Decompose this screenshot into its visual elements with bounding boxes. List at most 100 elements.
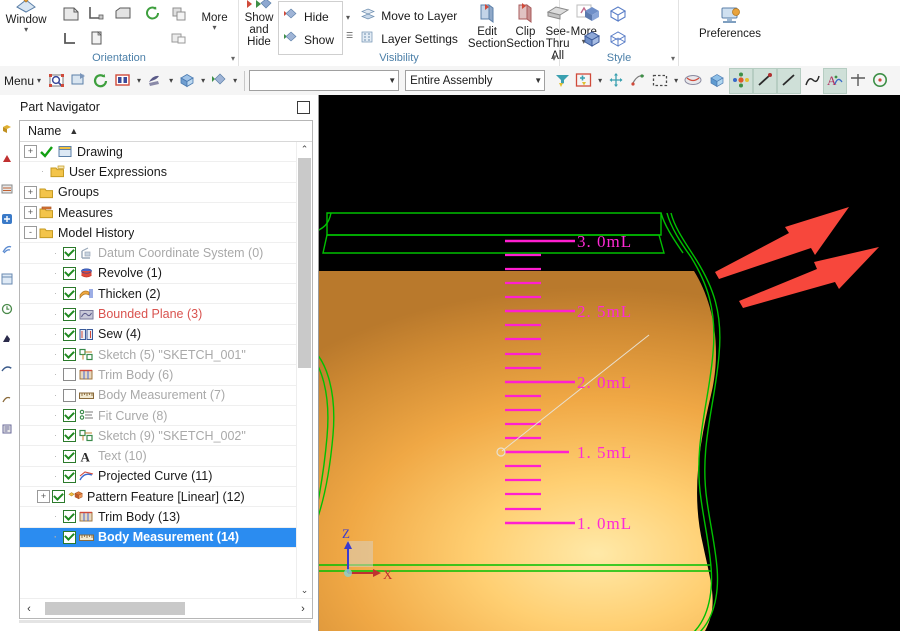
section-dependencies[interactable]: Dependencies ⌄ xyxy=(14,627,318,631)
restore-view-icon[interactable] xyxy=(167,2,191,25)
hide-dropdown-caret[interactable]: ▾ xyxy=(346,14,353,22)
line-icon[interactable] xyxy=(753,67,778,94)
tree-horizontal-scrollbar[interactable]: ‹ › xyxy=(20,598,312,618)
show-and-hide-button[interactable]: Show and Hide xyxy=(244,0,274,48)
scroll-up-button[interactable]: ⌃ xyxy=(297,142,312,157)
shaded-with-edges-icon[interactable] xyxy=(580,27,604,50)
tree-row-9[interactable]: · Sew (4) xyxy=(20,325,296,345)
find-object-icon[interactable] xyxy=(46,69,68,93)
orientation-group-expander[interactable]: ▾ xyxy=(231,55,235,63)
orient-more-button[interactable]: More ▾ xyxy=(196,1,233,32)
tree-row-18[interactable]: · Trim Body (13) xyxy=(20,507,296,528)
move-object-icon[interactable] xyxy=(605,69,627,93)
section-preview-icon[interactable] xyxy=(167,27,191,50)
hide-menu-item[interactable]: Hide xyxy=(281,6,338,27)
expand-icon[interactable]: + xyxy=(37,490,50,504)
scroll-right-button[interactable]: › xyxy=(297,603,309,615)
tree-row-19[interactable]: · Body Measurement (14) xyxy=(20,527,296,548)
edge-icon[interactable] xyxy=(777,67,802,94)
feature-suppress-checkbox[interactable] xyxy=(63,327,76,341)
assembly-filter-select[interactable]: Entire Assembly ▼ xyxy=(405,70,546,91)
dock-icon[interactable] xyxy=(297,100,310,114)
tree-vertical-scrollbar[interactable]: ⌃ ⌄ xyxy=(296,142,312,598)
feature-suppress-checkbox[interactable] xyxy=(63,449,76,463)
search-input[interactable]: ▼ xyxy=(249,70,400,91)
dynamic-select-icon[interactable] xyxy=(729,67,754,94)
feature-suppress-checkbox[interactable] xyxy=(63,266,76,280)
snap-point-icon[interactable] xyxy=(627,69,649,93)
move-to-layer-menu-item[interactable]: Move to Layer xyxy=(358,5,462,26)
show-menu-item[interactable]: Show xyxy=(281,29,338,50)
feature-suppress-checkbox[interactable] xyxy=(63,409,76,422)
rectangle-select-icon[interactable] xyxy=(649,69,671,93)
visibility-group-expander[interactable]: ▾ xyxy=(552,55,556,63)
rectangle-select-caret[interactable]: ▾ xyxy=(671,76,681,85)
feature-suppress-checkbox[interactable] xyxy=(63,510,76,524)
add-selection-icon[interactable] xyxy=(573,69,595,93)
zoom-icon[interactable] xyxy=(144,69,166,93)
feature-suppress-checkbox[interactable] xyxy=(63,287,76,301)
render-style-icon[interactable] xyxy=(208,69,230,93)
right-view-icon[interactable] xyxy=(111,2,135,25)
curve-icon[interactable] xyxy=(801,69,823,93)
expand-icon[interactable]: + xyxy=(24,206,37,220)
feature-suppress-checkbox[interactable] xyxy=(63,469,76,483)
tree-row-5[interactable]: · Datum Coordinate System (0) xyxy=(20,243,296,264)
system-scenes-icon[interactable] xyxy=(1,363,13,375)
scroll-thumb[interactable] xyxy=(298,158,311,368)
tree-row-11[interactable]: · Trim Body (6) xyxy=(20,365,296,386)
top-view-icon[interactable] xyxy=(59,2,83,25)
feature-suppress-checkbox[interactable] xyxy=(63,307,76,321)
static-wireframe-icon[interactable] xyxy=(606,27,630,50)
scroll-down-button[interactable]: ⌄ xyxy=(297,583,312,598)
annotation-icon[interactable]: A xyxy=(823,67,848,94)
feature-suppress-checkbox[interactable] xyxy=(63,388,76,402)
tree-column-header[interactable]: Name ▲ xyxy=(20,121,312,142)
clip-section-button[interactable]: Clip Section xyxy=(506,1,545,50)
graphics-view[interactable]: 3. 0mL 2. 5mL 2. 0mL 1. 5mL 1. 0mL Z X V… xyxy=(319,95,900,631)
select-filter-icon[interactable] xyxy=(551,69,573,93)
feature-suppress-checkbox[interactable] xyxy=(63,246,76,260)
front-view-icon[interactable] xyxy=(85,2,109,25)
feature-suppress-checkbox[interactable] xyxy=(63,429,76,443)
process-studio-icon[interactable] xyxy=(1,423,13,435)
tree-row-0[interactable]: + Drawing xyxy=(20,142,296,163)
face-select-icon[interactable] xyxy=(681,69,705,93)
datum-icon[interactable] xyxy=(847,69,869,93)
assembly-navigator-icon[interactable] xyxy=(1,123,13,135)
shaded-icon[interactable] xyxy=(580,2,604,25)
add-selection-caret[interactable]: ▾ xyxy=(595,76,605,85)
feature-suppress-checkbox[interactable] xyxy=(52,490,65,504)
feature-suppress-checkbox[interactable] xyxy=(63,368,76,382)
edit-section-button[interactable]: Edit Section xyxy=(468,1,506,50)
history-icon[interactable] xyxy=(1,303,13,315)
tree-row-4[interactable]: - Model History xyxy=(20,223,296,244)
show-dropdown-caret[interactable]: ☰ xyxy=(346,32,353,40)
tree-row-6[interactable]: · Revolve (1) xyxy=(20,264,296,285)
tree-row-2[interactable]: + Groups xyxy=(20,183,296,203)
refresh-view-icon[interactable] xyxy=(141,2,165,25)
body-select-icon[interactable] xyxy=(705,69,729,93)
reuse-library-icon[interactable] xyxy=(1,213,13,225)
isometric-view-icon[interactable] xyxy=(85,27,109,50)
orient-window-button[interactable]: Window ▾ xyxy=(5,0,47,34)
feature-suppress-checkbox[interactable] xyxy=(63,348,76,362)
feature-suppress-checkbox[interactable] xyxy=(63,530,76,544)
circle-icon[interactable] xyxy=(869,69,891,93)
refresh-icon[interactable] xyxy=(90,69,112,93)
rotate-caret[interactable]: ▾ xyxy=(198,76,208,85)
tree-row-8[interactable]: · Bounded Plane (3) xyxy=(20,304,296,325)
tree-row-14[interactable]: · Sketch (9) "SKETCH_002" xyxy=(20,426,296,447)
orient-more-caret[interactable]: ▾ xyxy=(213,24,217,32)
render-style-caret[interactable]: ▾ xyxy=(230,76,240,85)
tree-row-12[interactable]: · Body Measurement (7) xyxy=(20,386,296,406)
style-group-expander[interactable]: ▾ xyxy=(671,55,675,63)
tree-row-3[interactable]: + Measures xyxy=(20,203,296,224)
tree-row-17[interactable]: + Pattern Feature [Linear] (12) xyxy=(20,487,296,508)
system-visual-icon[interactable] xyxy=(1,393,13,405)
hscroll-thumb[interactable] xyxy=(45,602,185,615)
preferences-button[interactable]: Preferences xyxy=(684,3,776,40)
collapse-icon[interactable]: - xyxy=(24,226,37,240)
tree-row-7[interactable]: · Thicken (2) xyxy=(20,284,296,305)
tree-row-16[interactable]: · Projected Curve (11) xyxy=(20,467,296,488)
